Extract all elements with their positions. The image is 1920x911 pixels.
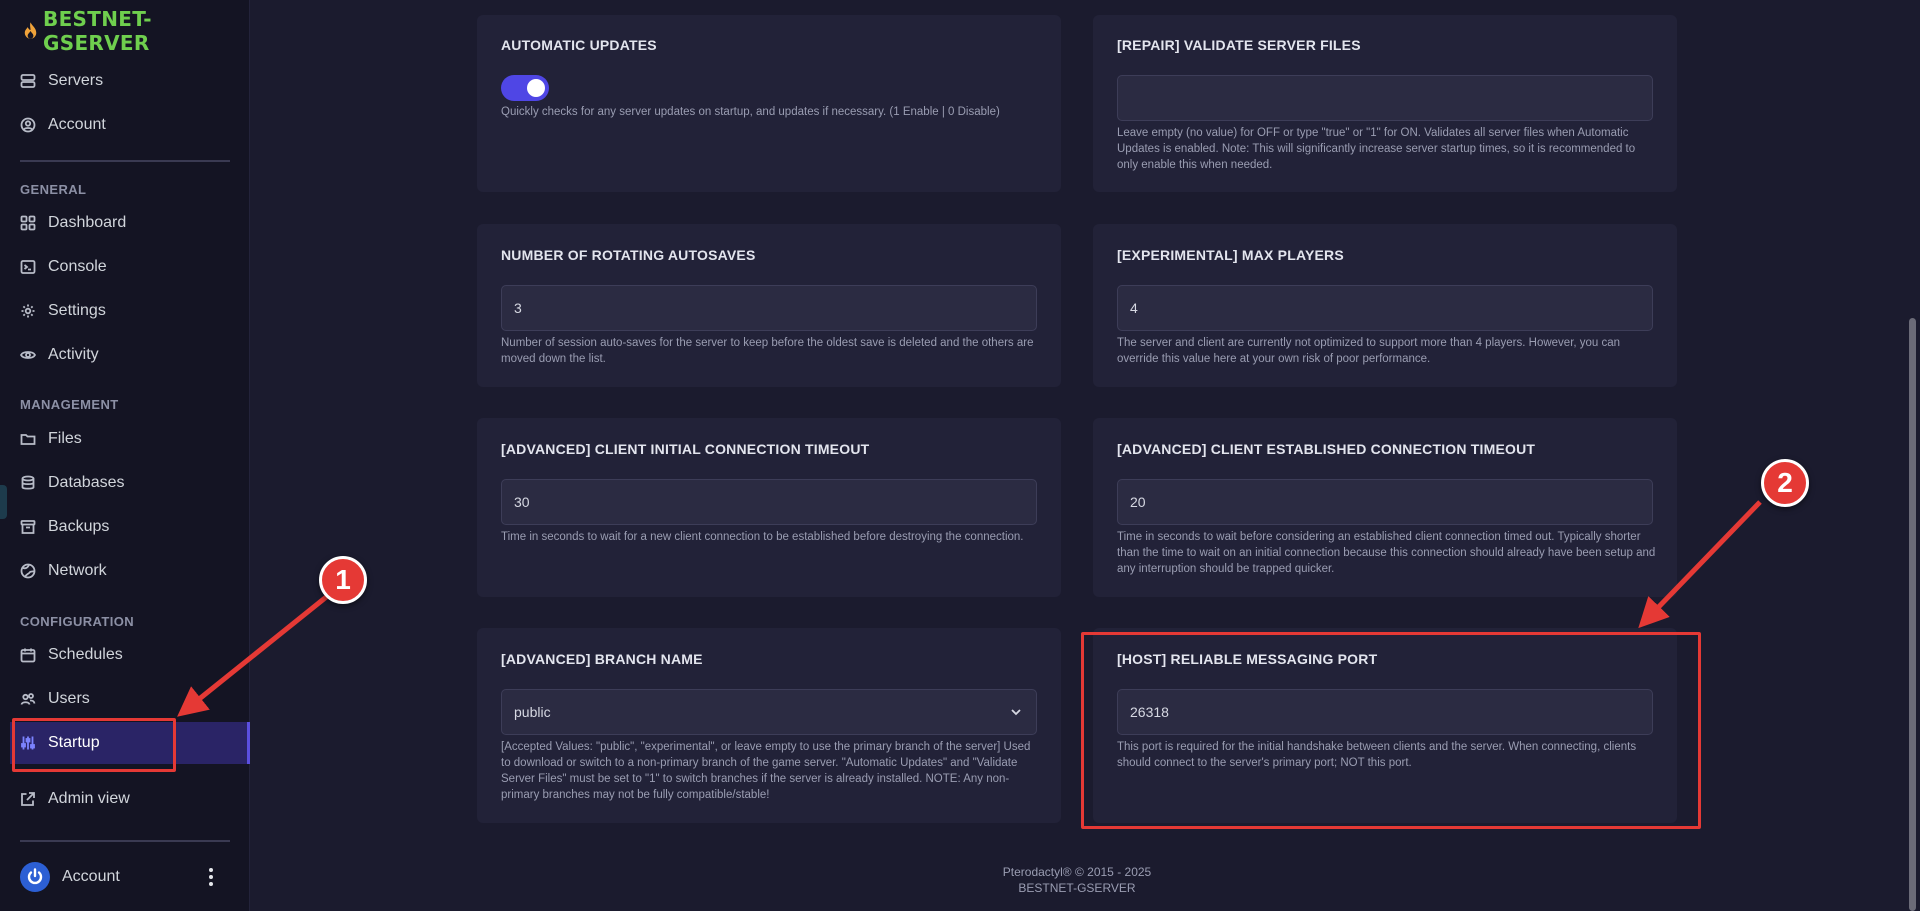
section-label-general: GENERAL [20,182,87,197]
automatic-updates-toggle[interactable] [501,75,549,101]
card-description: [Accepted Values: "public", "experimenta… [501,741,1031,801]
select-value: public [514,704,551,720]
max-players-input[interactable]: 4 [1117,285,1653,331]
sidebar-item-backups[interactable]: Backups [20,512,109,542]
chevron-down-icon [1011,709,1021,716]
sidebar-item-activity[interactable]: Activity [20,340,99,370]
card-description: The server and client are currently not … [1117,337,1621,365]
annotation-highlight-startup [12,718,176,772]
card-title: [EXPERIMENTAL] MAX PLAYERS [1117,247,1344,263]
footer-server-name: BESTNET-GSERVER [1018,881,1136,895]
eye-icon [20,351,36,359]
sidebar-item-label: Console [48,258,107,275]
card-validate-server-files: [REPAIR] VALIDATE SERVER FILES Leave emp… [1093,15,1677,192]
sidebar-item-label: Admin view [48,790,130,807]
sidebar-item-label: Databases [48,474,125,491]
sidebar: BESTNET-GSERVER Servers Account GENERAL … [0,0,250,911]
sidebar-item-servers[interactable]: Servers [20,66,103,96]
server-icon [20,74,36,88]
card-description: Quickly checks for any server updates on… [501,106,1000,118]
terminal-icon [20,260,36,274]
card-description: Number of session auto-saves for the ser… [501,337,1034,365]
sidebar-item-databases[interactable]: Databases [20,468,125,498]
initial-timeout-input[interactable]: 30 [501,479,1037,525]
card-title: [ADVANCED] BRANCH NAME [501,651,703,667]
sidebar-item-label: Servers [48,72,104,89]
more-options-icon[interactable] [205,862,217,892]
established-timeout-input[interactable]: 20 [1117,479,1653,525]
app-name: BESTNET-GSERVER [43,7,152,55]
users-icon [20,693,36,705]
sidebar-item-files[interactable]: Files [20,424,82,454]
sidebar-item-network[interactable]: Network [20,556,107,586]
section-label-configuration: CONFIGURATION [20,614,135,629]
sidebar-item-label: Activity [48,346,99,363]
power-icon [27,868,43,885]
sidebar-item-account[interactable]: Account [20,110,106,140]
card-title: NUMBER OF ROTATING AUTOSAVES [501,247,756,263]
sidebar-item-settings[interactable]: Settings [20,296,106,326]
rotating-autosaves-input[interactable]: 3 [501,285,1037,331]
card-title: [ADVANCED] CLIENT INITIAL CONNECTION TIM… [501,441,870,457]
card-title: AUTOMATIC UPDATES [501,37,657,53]
avatar [20,862,50,892]
card-rotating-autosaves: NUMBER OF ROTATING AUTOSAVES 3 Number of… [477,224,1061,387]
grid-icon [20,215,36,231]
sidebar-item-label: Files [48,430,82,447]
sidebar-item-dashboard[interactable]: Dashboard [20,208,126,238]
gear-icon [21,304,35,318]
validate-server-files-input[interactable] [1117,75,1653,121]
card-description: Time in seconds to wait for a new client… [501,531,1024,543]
card-established-connection-timeout: [ADVANCED] CLIENT ESTABLISHED CONNECTION… [1093,418,1677,597]
annotation-badge-2: 2 [1761,459,1809,507]
annotation-badge-1: 1 [319,556,367,604]
sidebar-item-label: Dashboard [48,214,127,231]
sidebar-item-console[interactable]: Console [20,252,107,282]
footer-copyright: Pterodactyl® © 2015 - 2025 [1002,865,1152,879]
card-branch-name: [ADVANCED] BRANCH NAME public [Accepted … [477,628,1061,823]
archive-icon [20,520,36,534]
toggle-knob [527,79,545,97]
external-link-icon [21,792,35,806]
card-description: Time in seconds to wait before consideri… [1117,531,1656,575]
sidebar-item-label: Network [48,562,107,579]
calendar-icon [20,648,36,663]
annotation-highlight-port [1081,632,1701,829]
database-icon [21,475,35,490]
account-label: Account [62,868,120,885]
user-circle-icon [20,117,36,133]
folder-icon [20,434,36,445]
sidebar-item-users[interactable]: Users [20,684,90,714]
card-title: [ADVANCED] CLIENT ESTABLISHED CONNECTION… [1117,441,1536,457]
card-description: Leave empty (no value) for OFF or type "… [1117,127,1636,171]
sidebar-item-admin-view[interactable]: Admin view [20,784,130,814]
flame-logo-icon [24,22,37,39]
sidebar-divider [20,840,230,842]
card-max-players: [EXPERIMENTAL] MAX PLAYERS 4 The server … [1093,224,1677,387]
sidebar-item-label: Backups [48,518,110,535]
section-label-management: MANAGEMENT [20,397,119,412]
card-title: [REPAIR] VALIDATE SERVER FILES [1117,37,1361,53]
app-logo[interactable]: BESTNET-GSERVER [20,7,249,55]
sidebar-item-schedules[interactable]: Schedules [20,640,123,670]
branch-name-select[interactable]: public [501,689,1037,735]
sidebar-collapse-handle[interactable] [0,485,7,519]
sidebar-divider [20,160,230,162]
card-initial-connection-timeout: [ADVANCED] CLIENT INITIAL CONNECTION TIM… [477,418,1061,597]
sidebar-item-label: Schedules [48,646,123,663]
sidebar-item-label: Settings [48,302,106,319]
sidebar-item-label: Users [48,690,90,707]
account-menu[interactable]: Account [20,862,120,892]
scrollbar[interactable] [1909,318,1916,911]
card-automatic-updates: AUTOMATIC UPDATES Quickly checks for any… [477,15,1061,192]
sidebar-item-label: Account [48,116,106,133]
globe-icon [20,563,36,579]
